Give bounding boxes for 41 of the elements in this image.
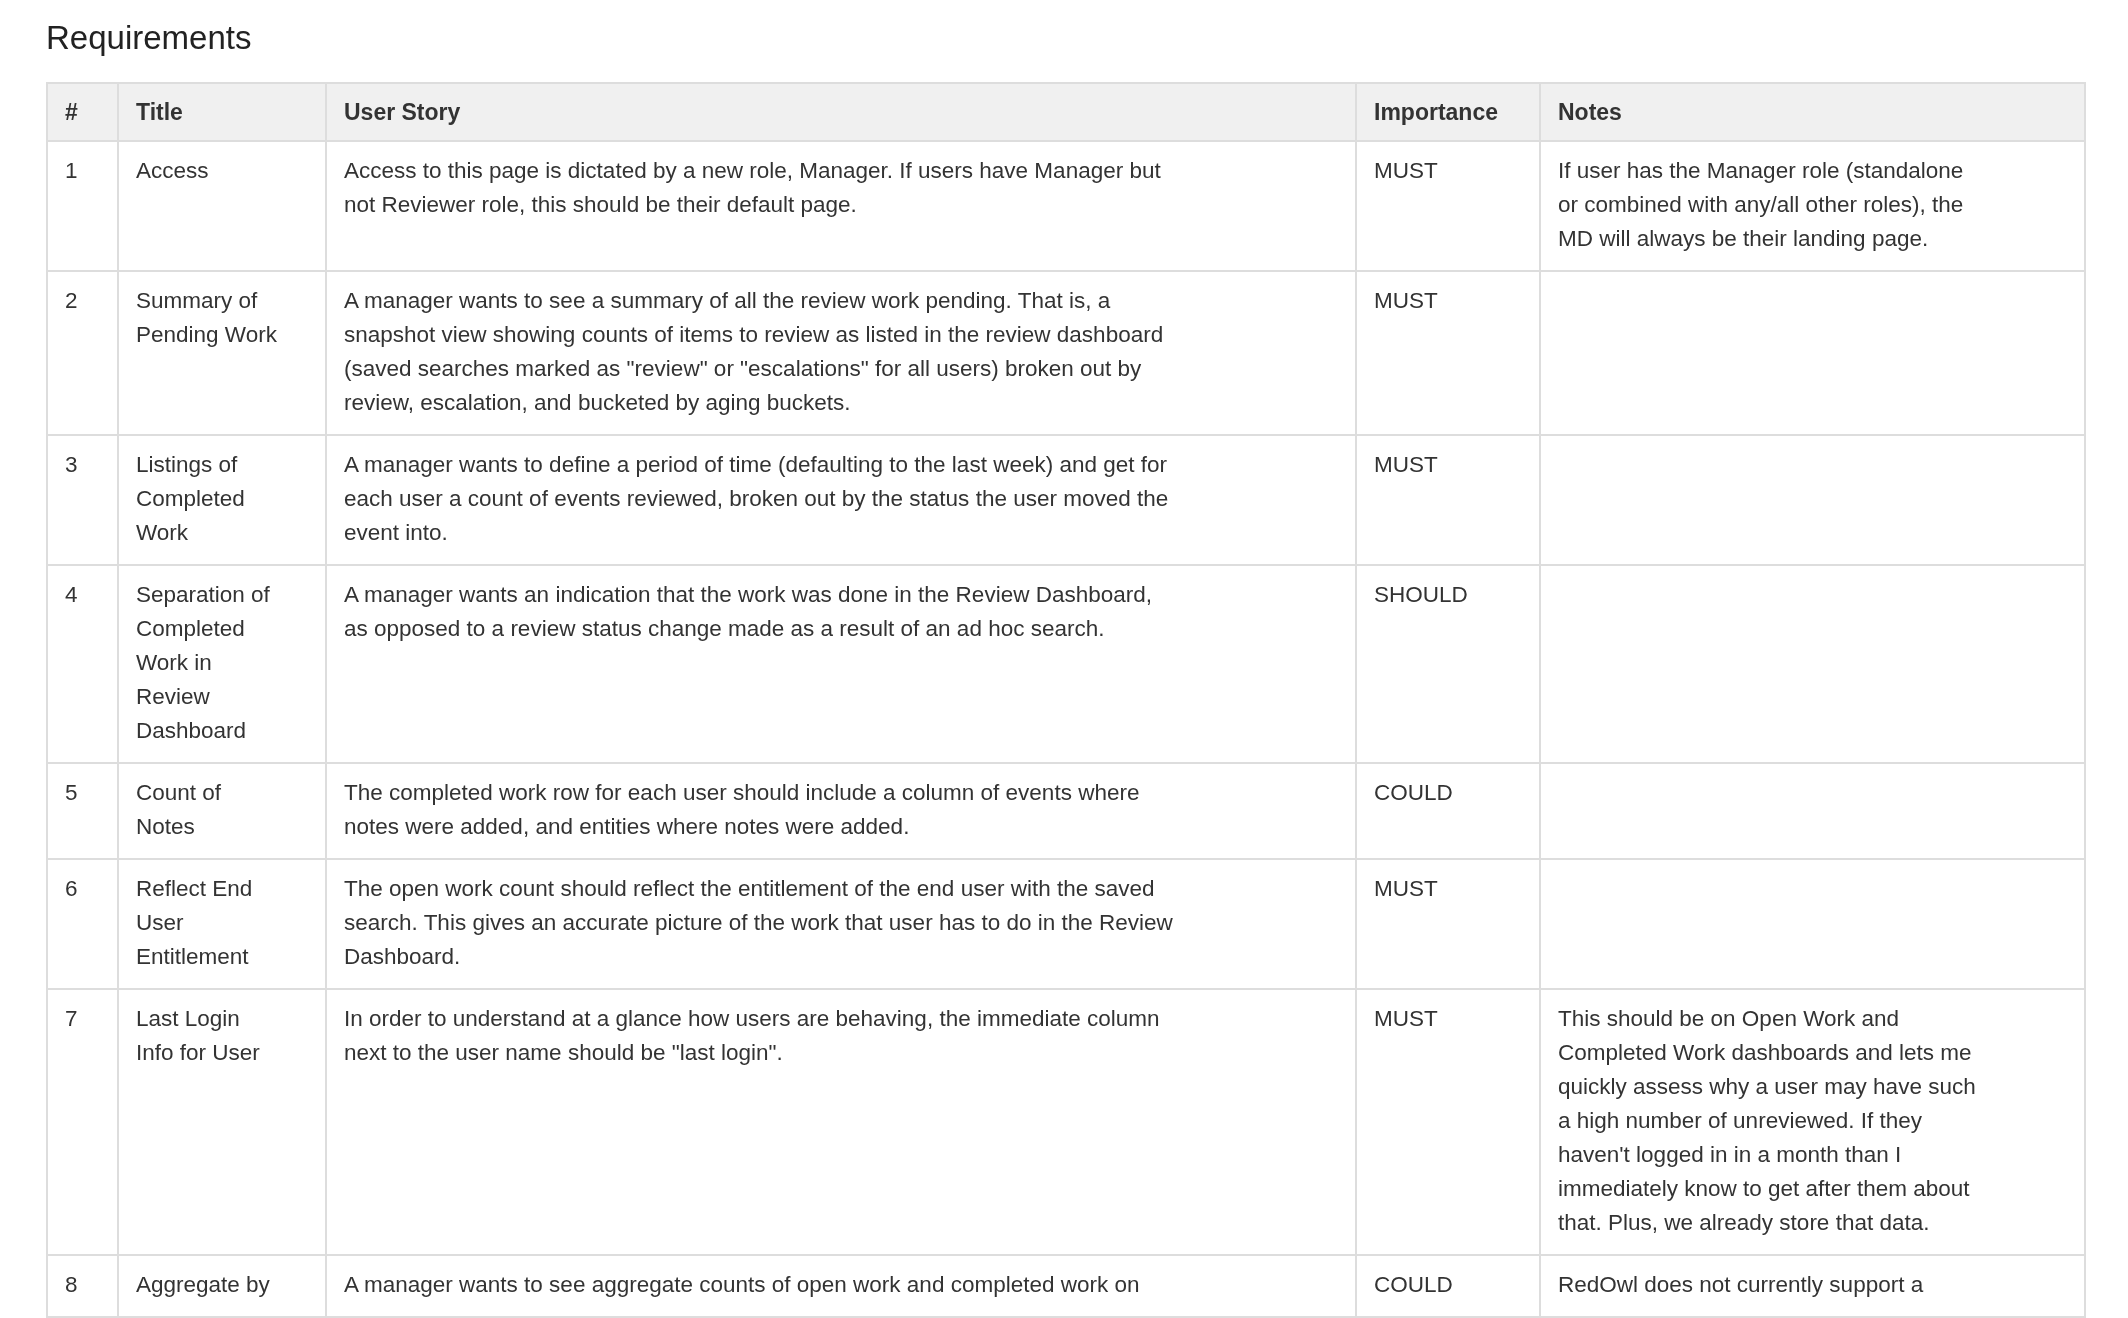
- row-number: 3: [65, 450, 79, 479]
- column-header: #: [47, 82, 118, 141]
- requirement-title: Aggregate by: [136, 1270, 271, 1299]
- user-story: The completed work row for each user should include a column of events where notes were added, and entities where notes were added.: [344, 778, 1141, 841]
- row-number: 2: [65, 286, 79, 315]
- user-story: A manager wants to see aggregate counts of open work and completed work on: [344, 1270, 1141, 1299]
- user-story: In order to understand at a glance how users are behaving, the immediate column next to the user name should be "last login".: [344, 1004, 1161, 1067]
- importance-label: MUST: [1374, 286, 1439, 315]
- row-number: 5: [65, 778, 79, 807]
- requirement-title: Access: [136, 156, 210, 185]
- importance-label: MUST: [1374, 1004, 1439, 1033]
- user-story: A manager wants to define a period of time (defaulting to the last week) and get for each user a count of events reviewed, broken out by the status the user moved the event into.: [344, 450, 1170, 547]
- importance-label: SHOULD: [1374, 580, 1469, 609]
- importance-label: MUST: [1374, 156, 1439, 185]
- column-header: Title: [118, 82, 326, 141]
- user-story: A manager wants an indication that the work was done in the Review Dashboard, as opposed to a review status change made as a result of an ad hoc search.: [344, 580, 1153, 643]
- notes-text: This should be on Open Work and Completed Work dashboards and lets me quickly assess why a user may have such a high number of unreviewed. If they haven't logged in in a month than I immediately know to get after them about that. Plus, we already store that data.: [1558, 1004, 1977, 1237]
- row-number: 1: [65, 156, 79, 185]
- requirement-title: Last Login Info for User: [136, 1004, 261, 1067]
- requirement-title: Count of Notes: [136, 778, 223, 841]
- notes-text: RedOwl does not currently support a: [1558, 1270, 1925, 1299]
- user-story: Access to this page is dictated by a new role, Manager. If users have Manager but not Reviewer role, this should be their default page.: [344, 156, 1162, 219]
- notes-text: If user has the Manager role (standalone or combined with any/all other roles), the MD will always be their landing page.: [1558, 156, 1965, 253]
- page-heading: Requirements: [46, 18, 253, 58]
- column-header: Notes: [1540, 82, 2085, 141]
- column-header: Importance: [1356, 82, 1540, 141]
- importance-label: MUST: [1374, 874, 1439, 903]
- requirement-title: Reflect End User Entitlement: [136, 874, 254, 971]
- column-header: User Story: [326, 82, 1356, 141]
- importance-label: COULD: [1374, 1270, 1454, 1299]
- requirement-title: Summary of Pending Work: [136, 286, 278, 349]
- requirement-title: Separation of Completed Work in Review Dashboard: [136, 580, 271, 745]
- importance-label: MUST: [1374, 450, 1439, 479]
- requirement-title: Listings of Completed Work: [136, 450, 246, 547]
- user-story: A manager wants to see a summary of all the review work pending. That is, a snapshot view showing counts of items to review as listed in the review dashboard (saved searches marked as "review" or "escalations" for all users) broken out by review, escalation, and bucketed by aging buckets.: [344, 286, 1165, 417]
- user-story: The open work count should reflect the entitlement of the end user with the saved search. This gives an accurate picture of the work that user has to do in the Review Dashboard.: [344, 874, 1174, 971]
- row-number: 7: [65, 1004, 79, 1033]
- row-number: 6: [65, 874, 79, 903]
- importance-label: COULD: [1374, 778, 1454, 807]
- row-number: 4: [65, 580, 79, 609]
- row-number: 8: [65, 1270, 79, 1299]
